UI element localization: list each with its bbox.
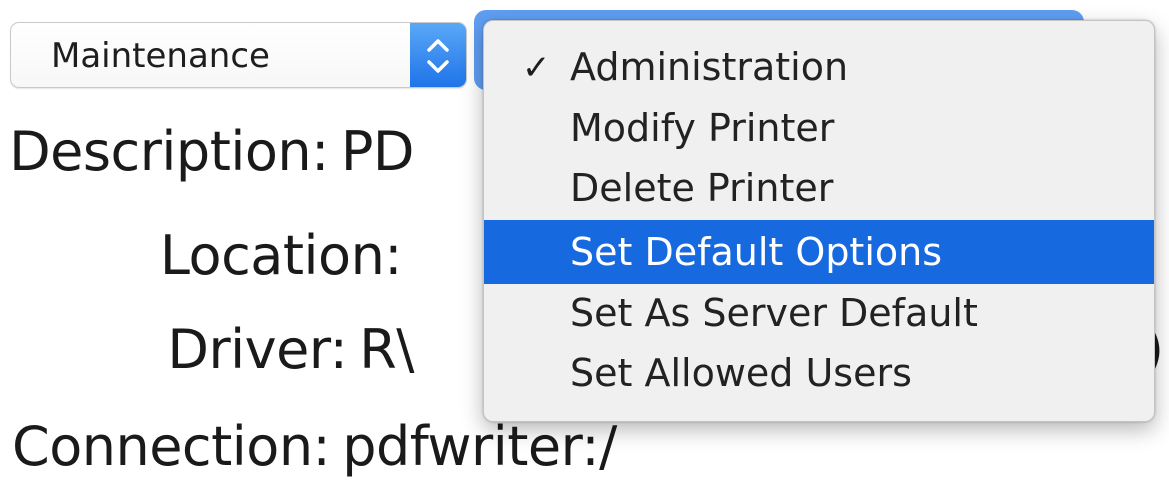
menu-item-label: Administration xyxy=(570,45,849,89)
menu-item-set-as-server-default[interactable]: Set As Server Default xyxy=(484,284,1154,342)
connection-row: Connection: pdfwriter:/ xyxy=(12,415,617,479)
location-row: Location: xyxy=(160,224,414,288)
description-label: Description: xyxy=(9,120,329,183)
menu-item-administration[interactable]: ✓ Administration xyxy=(484,38,1154,96)
menu-item-delete-printer[interactable]: Delete Printer xyxy=(484,159,1154,217)
menu-item-set-default-options[interactable]: Set Default Options xyxy=(484,220,1154,284)
menu-item-modify-printer[interactable]: Modify Printer xyxy=(484,99,1154,157)
up-down-chevron-icon[interactable] xyxy=(410,23,466,87)
description-row: Description: PD xyxy=(9,120,414,184)
menu-item-label: Delete Printer xyxy=(570,166,834,210)
driver-value: R\ xyxy=(359,318,414,381)
menu-item-label: Set Allowed Users xyxy=(570,351,912,395)
menu-item-set-allowed-users[interactable]: Set Allowed Users xyxy=(484,344,1154,402)
connection-value: pdfwriter:/ xyxy=(342,415,617,478)
connection-label: Connection: xyxy=(12,415,331,478)
location-label: Location: xyxy=(159,224,403,287)
menu-item-label: Modify Printer xyxy=(570,106,835,150)
maintenance-select-value: Maintenance xyxy=(51,36,270,76)
checkmark-icon: ✓ xyxy=(522,48,551,88)
description-value: PD xyxy=(340,120,415,183)
driver-row: Driver: R\ xyxy=(167,318,414,382)
menu-item-label: Set Default Options xyxy=(570,230,943,274)
admin-action-menu: ✓ Administration Modify Printer Delete P… xyxy=(483,20,1155,422)
printer-admin-page: Maintenance Description: PD Location: Dri… xyxy=(0,0,1169,481)
driver-label: Driver: xyxy=(167,318,348,381)
menu-item-label: Set As Server Default xyxy=(570,291,978,335)
maintenance-select[interactable]: Maintenance xyxy=(10,22,467,88)
